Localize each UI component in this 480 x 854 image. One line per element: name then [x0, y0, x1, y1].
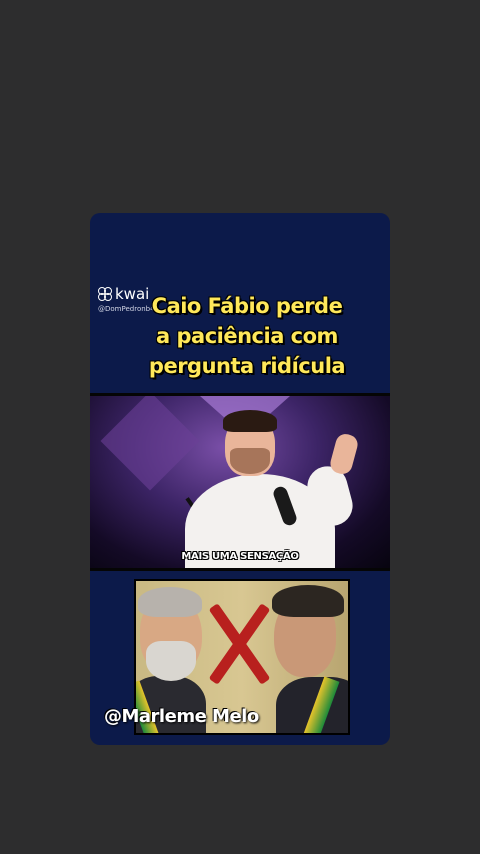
watermark-text: @Marleme Melo	[104, 706, 259, 727]
left-figure-beard	[146, 641, 196, 681]
video-player[interactable]: MAIS UMA SENSAÇÃO	[90, 393, 390, 571]
video-subtitle: MAIS UMA SENSAÇÃO	[181, 551, 299, 562]
headline-line-1: Caio Fábio perde	[151, 294, 343, 318]
speaker-hair	[223, 410, 277, 432]
red-x-icon	[208, 603, 271, 685]
headline-line-2: a paciência com	[156, 324, 338, 348]
headline-line-3: pergunta ridícula	[148, 354, 346, 378]
headline: Caio Fábio perde a paciência com pergunt…	[142, 291, 352, 381]
story-screen: kwai @DomPedronb45... Caio Fábio perde a…	[0, 0, 480, 854]
left-figure-hair	[138, 587, 202, 617]
right-figure-hair	[272, 585, 344, 617]
kwai-icon	[98, 287, 112, 301]
speaker-beard	[230, 448, 270, 474]
post-card[interactable]: kwai @DomPedronb45... Caio Fábio perde a…	[90, 213, 390, 745]
